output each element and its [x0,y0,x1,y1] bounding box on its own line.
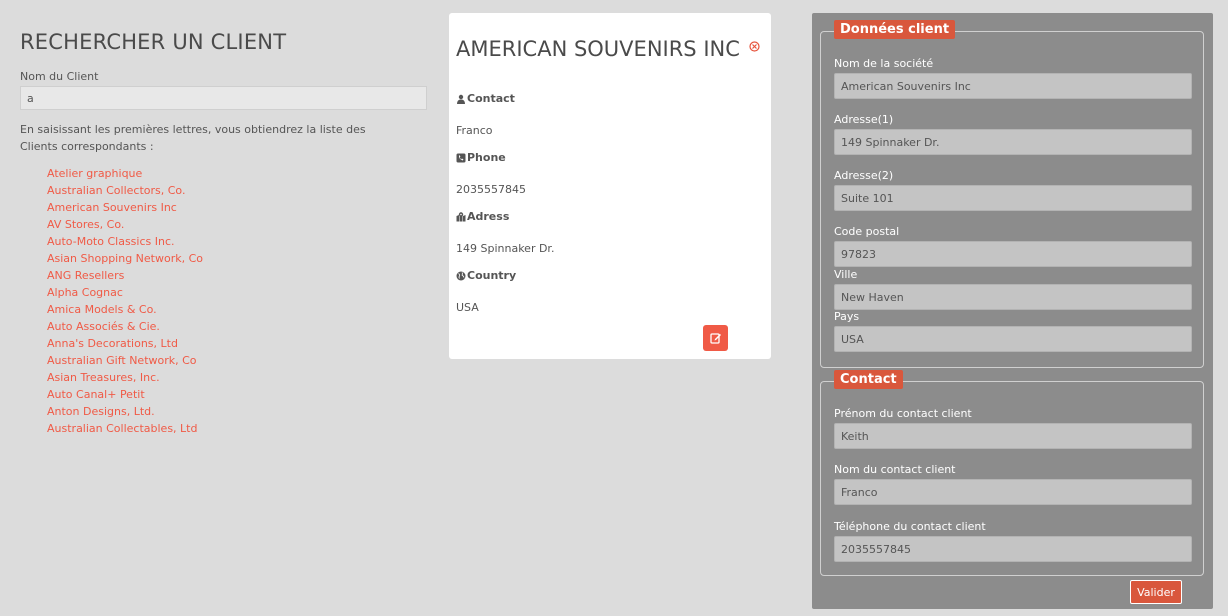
phone-value: 2035557845 [456,183,526,196]
client-detail-card: AMERICAN SOUVENIRS INC Contact Franco Ph… [449,13,771,359]
postal-code-label: Code postal [834,225,900,238]
edit-button[interactable] [703,325,728,351]
client-data-fieldset: Données client Nom de la société Adresse… [820,20,1204,368]
country-value: USA [456,301,479,314]
client-results-list: Atelier graphique Australian Collectors, … [47,165,430,437]
page-title: RECHERCHER UN CLIENT [20,30,287,54]
postal-code-field: Code postal [834,225,1192,267]
edit-icon [709,333,721,344]
address1-label: Adresse(1) [834,113,894,126]
client-form-panel: Données client Nom de la société Adresse… [812,13,1213,609]
contact-firstname-label: Prénom du contact client [834,407,972,420]
contact-value: Franco [456,124,493,137]
country-field-label: Pays [834,310,860,323]
client-result-item[interactable]: Australian Gift Network, Co [47,352,430,369]
client-result-item[interactable]: Anton Designs, Ltd. [47,403,430,420]
globe-icon [456,271,466,280]
client-result-item[interactable]: Auto Canal+ Petit [47,386,430,403]
contact-lastname-label: Nom du contact client [834,463,956,476]
city-input[interactable] [834,284,1192,310]
phone-section: Phone 2035557845 [456,151,526,196]
company-label: Nom de la société [834,57,934,70]
client-result-item[interactable]: American Souvenirs Inc [47,199,430,216]
contact-lastname-field: Nom du contact client [834,463,1192,505]
contact-firstname-field: Prénom du contact client [834,407,1192,449]
company-input[interactable] [834,73,1192,99]
client-result-item[interactable]: ANG Resellers [47,267,430,284]
address2-label: Adresse(2) [834,169,894,182]
address-section: Adress 149 Spinnaker Dr. [456,210,554,255]
map-marker-icon [456,211,466,221]
client-result-item[interactable]: Asian Shopping Network, Co [47,250,430,267]
client-result-item[interactable]: Atelier graphique [47,165,430,182]
contact-legend: Contact [834,370,903,389]
address2-input[interactable] [834,185,1192,211]
address-value: 149 Spinnaker Dr. [456,242,555,255]
client-result-item[interactable]: Auto-Moto Classics Inc. [47,233,430,250]
address2-field: Adresse(2) [834,169,1192,211]
search-help-text: En saisissant les premières lettres, vou… [20,123,366,153]
phone-label: Phone [467,151,506,164]
times-circle-icon[interactable] [749,41,760,52]
client-result-item[interactable]: Alpha Cognac [47,284,430,301]
city-label: Ville [834,268,858,281]
city-field: Ville [834,268,1192,310]
address1-input[interactable] [834,129,1192,155]
postal-code-input[interactable] [834,241,1192,267]
phone-icon [456,153,466,162]
contact-lastname-input[interactable] [834,479,1192,505]
client-search-section: RECHERCHER UN CLIENT Nom du Client En sa… [20,30,430,437]
contact-fieldset: Contact Prénom du contact client Nom du … [820,370,1204,576]
contact-label: Contact [467,92,515,105]
client-result-item[interactable]: Amica Models & Co. [47,301,430,318]
client-data-legend: Données client [834,20,956,39]
contact-section: Contact Franco [456,92,515,137]
user-icon [457,94,465,104]
address-label: Adress [467,210,510,223]
country-input[interactable] [834,326,1192,352]
contact-phone-field: Téléphone du contact client [834,520,1192,562]
address1-field: Adresse(1) [834,113,1192,155]
valider-button[interactable]: Valider [1130,580,1182,604]
client-card-title: AMERICAN SOUVENIRS INC [456,37,740,61]
client-result-item[interactable]: Anna's Decorations, Ltd [47,335,430,352]
company-field: Nom de la société [834,57,1192,99]
contact-phone-input[interactable] [834,536,1192,562]
country-field: Pays [834,310,1192,352]
client-result-item[interactable]: Australian Collectables, Ltd [47,420,430,437]
country-section: Country USA [456,269,516,314]
client-result-item[interactable]: Australian Collectors, Co. [47,182,430,199]
client-result-item[interactable]: Auto Associés & Cie. [47,318,430,335]
client-result-item[interactable]: AV Stores, Co. [47,216,430,233]
contact-firstname-input[interactable] [834,423,1192,449]
client-result-item[interactable]: Asian Treasures, Inc. [47,369,430,386]
client-name-input[interactable] [20,86,427,110]
client-name-label: Nom du Client [20,70,99,83]
country-label: Country [467,269,517,282]
contact-phone-label: Téléphone du contact client [834,520,986,533]
